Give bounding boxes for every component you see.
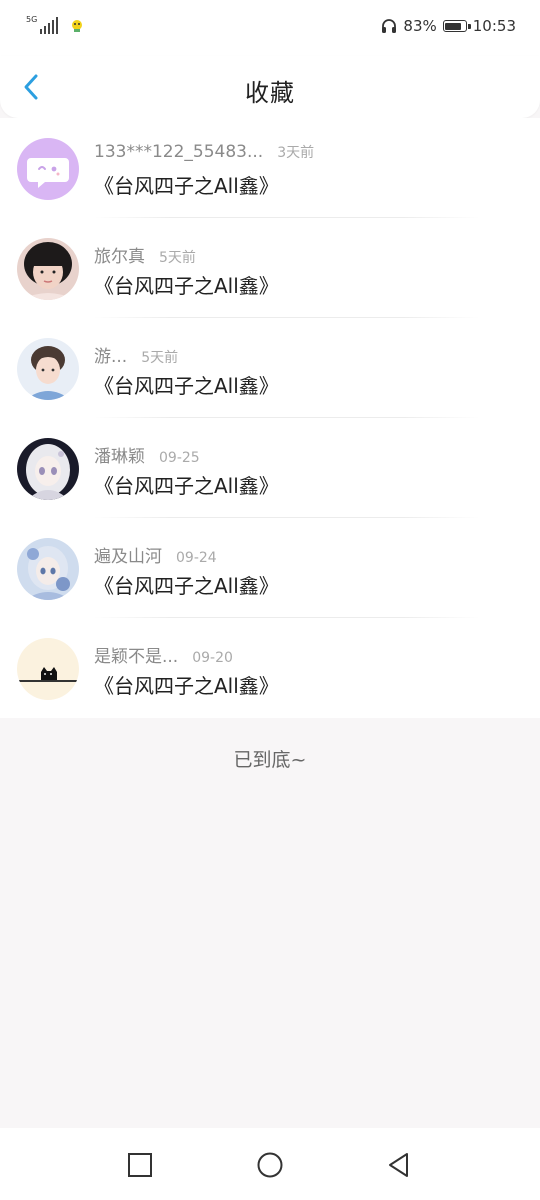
user-photo-avatar[interactable] <box>17 338 79 400</box>
favorite-title[interactable]: 《台风四子之All鑫》 <box>94 370 279 399</box>
timestamp: 09-20 <box>192 650 233 666</box>
system-nav-bar <box>0 1128 540 1200</box>
list-item[interactable]: 是颖不是... 09-20 《台风四子之All鑫》 <box>0 618 540 718</box>
list-item[interactable]: 遍及山河 09-24 《台风四子之All鑫》 <box>0 518 540 618</box>
timestamp: 09-25 <box>159 450 200 466</box>
status-left: 5G <box>26 16 84 34</box>
chat-bubble-avatar[interactable] <box>17 138 79 200</box>
home-button[interactable] <box>255 1150 285 1180</box>
favorite-title[interactable]: 《台风四子之All鑫》 <box>94 470 279 499</box>
status-right: 83% 10:53 <box>381 17 516 35</box>
item-meta: 133***122_55483... 3天前 <box>94 142 314 162</box>
item-meta: 旅尔真 5天前 <box>94 242 196 267</box>
item-meta: 潘琳颖 09-25 <box>94 442 200 467</box>
favorites-list: 133***122_55483... 3天前 《台风四子之All鑫》 旅尔真 5… <box>0 118 540 718</box>
item-meta: 遍及山河 09-24 <box>94 542 217 567</box>
nav-back-button[interactable] <box>383 1150 413 1180</box>
notification-icon <box>72 20 83 32</box>
timestamp: 09-24 <box>176 550 217 566</box>
username[interactable]: 是颖不是... <box>94 642 178 667</box>
username[interactable]: 133***122_55483... <box>94 142 263 162</box>
headphones-icon <box>382 19 397 33</box>
square-icon <box>128 1153 152 1177</box>
favorite-title[interactable]: 《台风四子之All鑫》 <box>94 170 279 199</box>
item-meta: 是颖不是... 09-20 <box>94 642 233 667</box>
username[interactable]: 游... <box>94 342 127 367</box>
username[interactable]: 旅尔真 <box>94 242 145 267</box>
battery-level <box>445 22 462 30</box>
triangle-back-icon <box>389 1153 408 1177</box>
list-item[interactable]: 潘琳颖 09-25 《台风四子之All鑫》 <box>0 418 540 518</box>
end-of-list-text: 已到底~ <box>233 749 307 771</box>
list-item[interactable]: 旅尔真 5天前 《台风四子之All鑫》 <box>0 218 540 318</box>
network-type: 5G <box>26 15 38 24</box>
battery-percent: 83% <box>403 17 437 35</box>
circle-icon <box>257 1152 283 1178</box>
username[interactable]: 遍及山河 <box>94 542 162 567</box>
timestamp: 3天前 <box>277 145 315 161</box>
item-meta: 游... 5天前 <box>94 342 178 367</box>
list-item[interactable]: 133***122_55483... 3天前 《台风四子之All鑫》 <box>0 118 540 218</box>
app-header: 收藏 <box>0 56 540 118</box>
battery-icon <box>442 20 471 32</box>
timestamp: 5天前 <box>141 350 179 366</box>
black-cat-avatar[interactable] <box>17 638 79 700</box>
favorite-title[interactable]: 《台风四子之All鑫》 <box>94 570 279 599</box>
status-bar: 5G 83% 10:53 <box>0 0 540 56</box>
list-item[interactable]: 游... 5天前 《台风四子之All鑫》 <box>0 318 540 418</box>
user-photo-avatar[interactable] <box>17 238 79 300</box>
signal-icon <box>40 16 59 34</box>
anime-avatar[interactable] <box>17 538 79 600</box>
page-title: 收藏 <box>245 79 295 107</box>
favorite-title[interactable]: 《台风四子之All鑫》 <box>94 670 279 699</box>
recent-apps-button[interactable] <box>125 1150 155 1180</box>
clock: 10:53 <box>472 17 516 35</box>
username[interactable]: 潘琳颖 <box>94 442 145 467</box>
timestamp: 5天前 <box>159 250 196 266</box>
favorite-title[interactable]: 《台风四子之All鑫》 <box>94 270 279 299</box>
anime-avatar[interactable] <box>17 438 79 500</box>
